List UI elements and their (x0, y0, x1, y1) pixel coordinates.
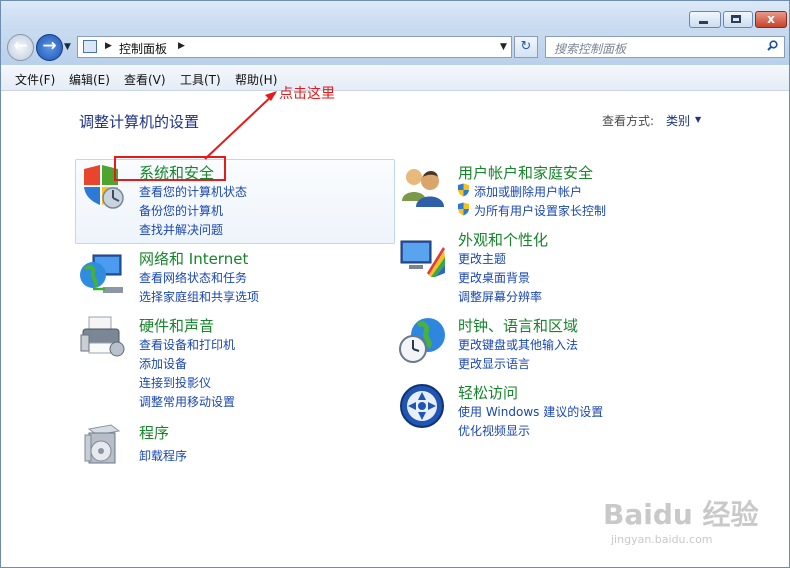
category-programs-title[interactable]: 程序 (139, 422, 169, 443)
hardware-link-devices[interactable]: 查看设备和打印机 (139, 336, 235, 353)
appearance-link-theme[interactable]: 更改主题 (458, 250, 506, 267)
system-link-troubleshoot[interactable]: 查找并解决问题 (139, 221, 223, 238)
search-placeholder: 搜索控制面板 (554, 42, 627, 56)
search-icon[interactable] (767, 40, 778, 51)
minimize-button[interactable] (689, 11, 721, 28)
view-by-label: 查看方式: (602, 114, 655, 128)
hardware-printer-icon[interactable] (79, 315, 127, 361)
menu-view[interactable]: 查看(V) (124, 71, 166, 88)
forward-button[interactable]: → (36, 34, 63, 61)
network-link-status[interactable]: 查看网络状态和任务 (139, 269, 247, 286)
programs-link-uninstall[interactable]: 卸载程序 (139, 447, 187, 464)
users-link-parental[interactable]: 为所有用户设置家长控制 (474, 202, 606, 219)
appearance-link-background[interactable]: 更改桌面背景 (458, 269, 530, 286)
back-button[interactable]: ← (7, 34, 34, 61)
uac-shield-icon (458, 183, 469, 197)
system-link-backup[interactable]: 备份您的计算机 (139, 202, 223, 219)
annotation-arrow-icon (204, 91, 277, 160)
user-accounts-icon[interactable] (399, 165, 447, 209)
menu-bar: 文件(F) 编辑(E) 查看(V) 工具(T) 帮助(H) (1, 65, 789, 91)
baidu-watermark: Baidu 经验 (603, 498, 759, 531)
appearance-link-resolution[interactable]: 调整屏幕分辨率 (458, 288, 542, 305)
address-dropdown-icon[interactable]: ▼ (500, 42, 507, 52)
category-ease-title[interactable]: 轻松访问 (458, 382, 518, 403)
hardware-link-add-device[interactable]: 添加设备 (139, 355, 187, 372)
clock-link-language[interactable]: 更改显示语言 (458, 355, 530, 372)
hardware-link-projector[interactable]: 连接到投影仪 (139, 374, 211, 391)
appearance-monitor-icon[interactable] (399, 237, 447, 279)
ease-link-recommended[interactable]: 使用 Windows 建议的设置 (458, 403, 603, 420)
refresh-icon: ↻ (520, 39, 532, 54)
title-bar: x (1, 1, 789, 31)
category-network-title[interactable]: 网络和 Internet (139, 248, 248, 269)
page-title: 调整计算机的设置 (79, 113, 200, 131)
navigation-bar: ← → ▼ ▶ 控制面板 ▶ ▼ ↻ 搜索控制面板 (1, 31, 789, 65)
ease-link-video[interactable]: 优化视频显示 (458, 422, 530, 439)
category-clock-title[interactable]: 时钟、语言和区域 (458, 315, 578, 336)
ease-of-access-icon[interactable] (399, 383, 445, 429)
menu-edit[interactable]: 编辑(E) (69, 71, 110, 88)
minimize-icon (699, 21, 708, 24)
back-arrow-icon: ← (13, 36, 28, 56)
annotation-label: 点击这里 (279, 86, 335, 102)
breadcrumb-arrow-icon[interactable]: ▶ (178, 41, 185, 51)
history-dropdown-icon[interactable]: ▼ (64, 42, 71, 52)
category-appearance-title[interactable]: 外观和个性化 (458, 229, 548, 250)
forward-arrow-icon: → (42, 36, 57, 56)
category-user-accounts-title[interactable]: 用户帐户和家庭安全 (458, 162, 593, 183)
search-input[interactable]: 搜索控制面板 (545, 36, 785, 58)
category-hardware-title[interactable]: 硬件和声音 (139, 315, 214, 336)
network-link-homegroup[interactable]: 选择家庭组和共享选项 (139, 288, 259, 305)
control-panel-window: x ← → ▼ ▶ 控制面板 ▶ ▼ ↻ 搜索控制面板 文件(F) 编辑(E) … (0, 0, 790, 568)
control-panel-icon (83, 40, 97, 53)
breadcrumb-arrow-icon[interactable]: ▶ (105, 41, 112, 51)
breadcrumb-control-panel[interactable]: 控制面板 (119, 40, 167, 57)
close-icon: x (767, 12, 775, 26)
address-bar[interactable]: ▶ 控制面板 ▶ ▼ (77, 36, 512, 58)
refresh-button[interactable]: ↻ (514, 36, 538, 58)
system-link-view-status[interactable]: 查看您的计算机状态 (139, 183, 247, 200)
maximize-button[interactable] (723, 11, 753, 28)
clock-globe-icon[interactable] (398, 315, 448, 365)
view-by-dropdown[interactable]: 类别 (666, 112, 690, 129)
menu-file[interactable]: 文件(F) (15, 71, 55, 88)
uac-shield-icon (458, 202, 469, 216)
view-by-chevron-icon[interactable]: ▼ (695, 115, 701, 124)
programs-box-icon[interactable] (81, 421, 125, 467)
maximize-icon (731, 15, 741, 23)
users-link-add-remove[interactable]: 添加或删除用户帐户 (474, 183, 582, 200)
close-button[interactable]: x (755, 11, 787, 28)
clock-link-keyboard[interactable]: 更改键盘或其他输入法 (458, 336, 578, 353)
baidu-watermark-url: jingyan.baidu.com (611, 533, 713, 546)
hardware-link-mobility[interactable]: 调整常用移动设置 (139, 393, 235, 410)
network-globe-icon[interactable] (79, 251, 127, 297)
